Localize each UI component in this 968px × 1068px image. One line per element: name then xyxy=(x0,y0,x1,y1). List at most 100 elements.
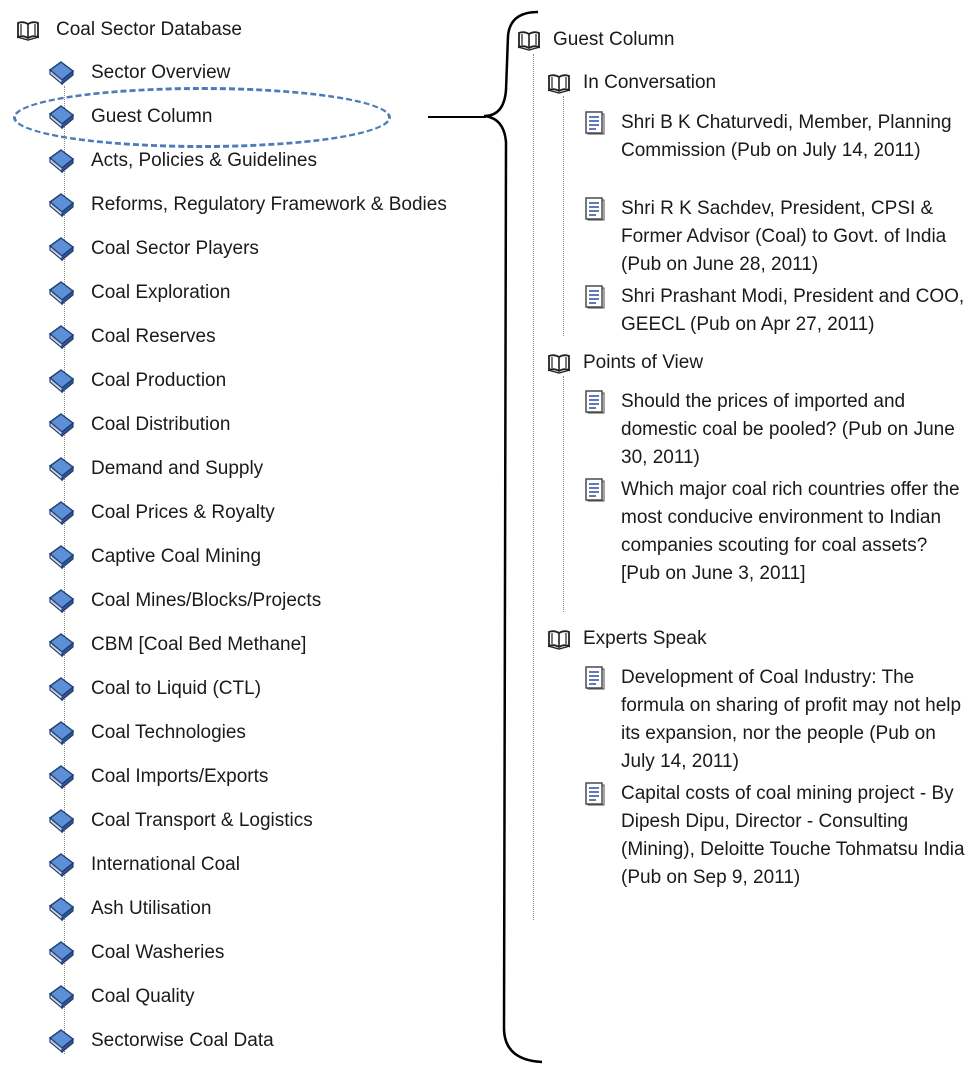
sidebar-item-label: International Coal xyxy=(91,854,240,875)
article-item[interactable]: Shri B K Chaturvedi, Member, Planning Co… xyxy=(584,109,968,193)
sidebar-item-label: Coal Washeries xyxy=(91,942,225,963)
article-item[interactable]: Which major coal rich countries offer th… xyxy=(584,476,968,616)
article-item[interactable]: Should the prices of imported and domest… xyxy=(584,388,968,472)
article-title[interactable]: Shri B K Chaturvedi, Member, Planning Co… xyxy=(621,109,968,165)
sidebar-item-label: Acts, Policies & Guidelines xyxy=(91,150,317,171)
guest-column-highlight xyxy=(13,87,391,148)
open-book-icon xyxy=(547,72,571,94)
section-label: Experts Speak xyxy=(583,628,707,649)
sidebar-item[interactable]: Coal Transport & Logistics xyxy=(47,806,313,836)
closed-book-icon xyxy=(47,148,75,174)
tree-root-label: Coal Sector Database xyxy=(56,19,242,40)
sidebar-item[interactable]: Coal to Liquid (CTL) xyxy=(47,674,261,704)
sidebar-item-label: Reforms, Regulatory Framework & Bodies xyxy=(91,194,447,215)
closed-book-icon xyxy=(47,764,75,790)
sidebar-item[interactable]: Acts, Policies & Guidelines xyxy=(47,146,317,176)
sidebar-item[interactable]: Reforms, Regulatory Framework & Bodies xyxy=(47,190,447,220)
open-book-icon xyxy=(547,352,571,374)
sidebar-item-label: CBM [Coal Bed Methane] xyxy=(91,634,307,655)
sidebar-item[interactable]: Sectorwise Coal Data xyxy=(47,1026,274,1056)
sidebar-item-label: Coal Technologies xyxy=(91,722,246,743)
article-title[interactable]: Should the prices of imported and domest… xyxy=(621,388,968,472)
article-item[interactable]: Shri R K Sachdev, President, CPSI & Form… xyxy=(584,195,968,279)
closed-book-icon xyxy=(47,368,75,394)
sidebar-item-label: Coal Sector Players xyxy=(91,238,259,259)
closed-book-icon xyxy=(47,808,75,834)
section-label: Points of View xyxy=(583,352,704,373)
article-item[interactable]: Development of Coal Industry: The formul… xyxy=(584,664,968,776)
article-title[interactable]: Shri Prashant Modi, President and COO, G… xyxy=(621,283,968,339)
sidebar-item-label: Coal Mines/Blocks/Projects xyxy=(91,590,322,611)
sidebar-item[interactable]: Coal Washeries xyxy=(47,938,224,968)
section-connector xyxy=(563,96,564,336)
section-in-conversation[interactable]: In Conversation xyxy=(547,70,716,96)
document-icon xyxy=(584,478,606,502)
section-connector xyxy=(563,376,564,612)
right-tree-root[interactable]: Guest Column xyxy=(517,27,674,53)
sidebar-item[interactable]: CBM [Coal Bed Methane] xyxy=(47,630,306,660)
closed-book-icon xyxy=(47,236,75,262)
sidebar-item[interactable]: Coal Prices & Royalty xyxy=(47,498,275,528)
closed-book-icon xyxy=(47,544,75,570)
sidebar-item[interactable]: Sector Overview xyxy=(47,58,230,88)
sidebar-item-label: Sectorwise Coal Data xyxy=(91,1030,274,1051)
sidebar-item[interactable]: Coal Production xyxy=(47,366,226,396)
sidebar-item-label: Coal Quality xyxy=(91,986,195,1007)
sidebar-item-label: Coal Distribution xyxy=(91,414,231,435)
sidebar-item[interactable]: Coal Imports/Exports xyxy=(47,762,268,792)
sidebar-item[interactable]: Demand and Supply xyxy=(47,454,263,484)
closed-book-icon xyxy=(47,720,75,746)
sidebar-item[interactable]: Ash Utilisation xyxy=(47,894,211,924)
closed-book-icon xyxy=(47,324,75,350)
closed-book-icon xyxy=(47,632,75,658)
sidebar-item[interactable]: Coal Exploration xyxy=(47,278,230,308)
open-book-icon xyxy=(16,19,40,41)
sidebar-item-label: Coal Prices & Royalty xyxy=(91,502,275,523)
closed-book-icon xyxy=(47,852,75,878)
article-title[interactable]: Capital costs of coal mining project - B… xyxy=(621,780,968,892)
sidebar-item[interactable]: Coal Sector Players xyxy=(47,234,259,264)
sidebar-item-label: Coal Imports/Exports xyxy=(91,766,269,787)
closed-book-icon xyxy=(47,192,75,218)
closed-book-icon xyxy=(47,500,75,526)
closed-book-icon xyxy=(47,1028,75,1054)
document-icon xyxy=(584,197,606,221)
closed-book-icon xyxy=(47,412,75,438)
sidebar-item-label: Coal Production xyxy=(91,370,227,391)
sidebar-item[interactable]: Coal Distribution xyxy=(47,410,230,440)
sidebar-item-label: Coal to Liquid (CTL) xyxy=(91,678,262,699)
sidebar-item-label: Ash Utilisation xyxy=(91,898,212,919)
closed-book-icon xyxy=(47,60,75,86)
article-title[interactable]: Which major coal rich countries offer th… xyxy=(621,476,968,588)
document-icon xyxy=(584,285,606,309)
sidebar-item-label: Coal Exploration xyxy=(91,282,231,303)
sidebar-item[interactable]: Coal Reserves xyxy=(47,322,216,352)
right-tree-title: Guest Column xyxy=(553,29,675,50)
tree-root[interactable]: Coal Sector Database xyxy=(16,17,242,43)
open-book-icon xyxy=(517,29,541,51)
sidebar-item[interactable]: Coal Technologies xyxy=(47,718,246,748)
closed-book-icon xyxy=(47,940,75,966)
sidebar-item[interactable]: Coal Mines/Blocks/Projects xyxy=(47,586,321,616)
article-item[interactable]: Capital costs of coal mining project - B… xyxy=(584,780,968,920)
sidebar-item-label: Coal Transport & Logistics xyxy=(91,810,313,831)
closed-book-icon xyxy=(47,676,75,702)
curly-brace xyxy=(483,10,543,1064)
document-icon xyxy=(584,782,606,806)
right-tree-connector xyxy=(533,54,534,920)
document-icon xyxy=(584,111,606,135)
sidebar-item-label: Demand and Supply xyxy=(91,458,264,479)
sidebar-item[interactable]: Coal Quality xyxy=(47,982,195,1012)
article-title[interactable]: Shri R K Sachdev, President, CPSI & Form… xyxy=(621,195,968,279)
section-label: In Conversation xyxy=(583,72,717,93)
closed-book-icon xyxy=(47,896,75,922)
section-points-of-view[interactable]: Points of View xyxy=(547,350,703,376)
open-book-icon xyxy=(547,628,571,650)
sidebar-item[interactable]: International Coal xyxy=(47,850,240,880)
section-experts-speak[interactable]: Experts Speak xyxy=(547,626,707,652)
sidebar-item[interactable]: Captive Coal Mining xyxy=(47,542,261,572)
article-item[interactable]: Shri Prashant Modi, President and COO, G… xyxy=(584,283,968,339)
article-title[interactable]: Development of Coal Industry: The formul… xyxy=(621,664,968,776)
sidebar-item-label: Captive Coal Mining xyxy=(91,546,262,567)
closed-book-icon xyxy=(47,456,75,482)
